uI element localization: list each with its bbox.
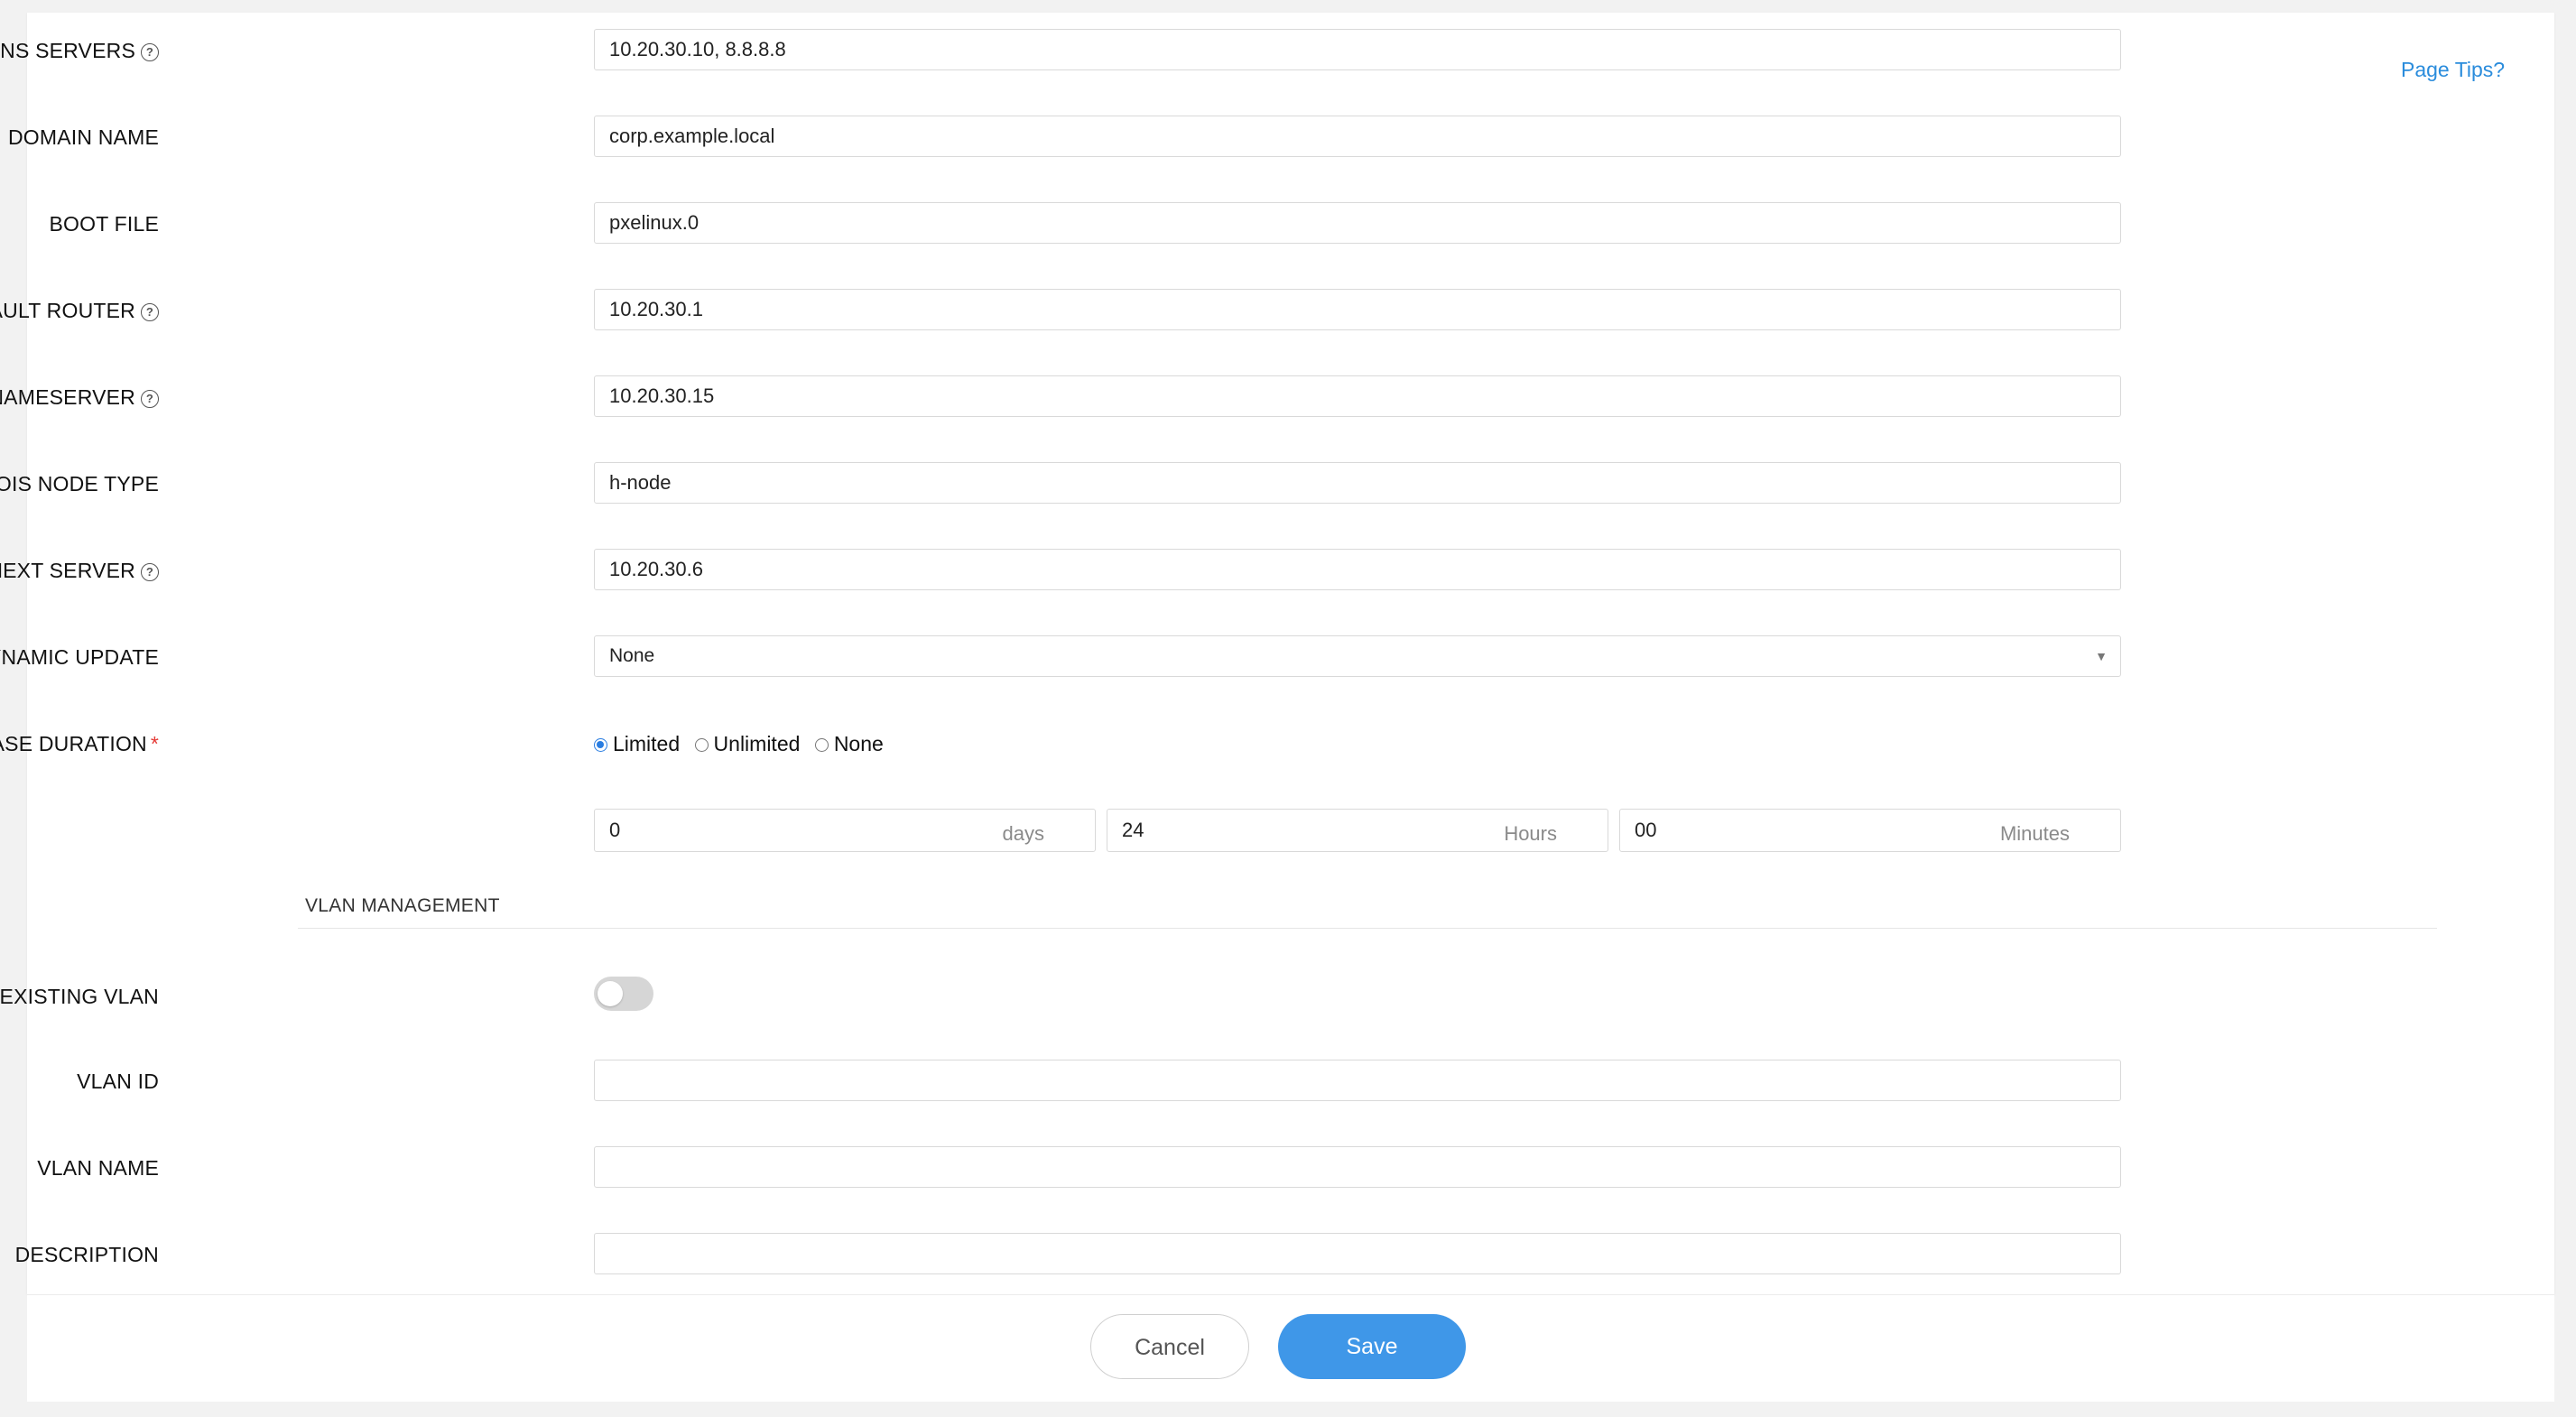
help-icon[interactable]: ? [141,303,159,321]
netbois-node-type-label: NETBOIS NODE TYPE [0,472,159,495]
row-vlan-id: VLAN ID [27,1060,2193,1103]
lease-days-value: 0 [609,819,621,841]
lease-hours-input[interactable]: 24 Hours [1107,809,1608,852]
help-icon[interactable]: ? [141,43,159,61]
dns-servers-input[interactable] [594,29,2121,70]
default-router-label: DEFAULT ROUTER? [0,289,159,332]
vlan-id-input[interactable] [594,1060,2121,1101]
dns-servers-label: DNS SERVERS? [0,29,159,72]
lease-hours-value: 24 [1122,819,1144,841]
lease-minutes-input[interactable]: 00 Minutes [1619,809,2121,852]
lease-hours-unit: Hours [1504,822,1557,845]
lease-duration-radio-group: Limited Unlimited None [594,722,893,765]
page-tips-link[interactable]: Page Tips? [2401,58,2505,82]
boot-file-label: BOOT FILE [49,212,159,236]
form-panel: Page Tips? DNS SERVERS? DOMAIN NAME BOOT… [0,13,2554,1294]
domain-name-input[interactable] [594,116,2121,157]
boot-file-input[interactable] [594,202,2121,244]
radio-none[interactable] [814,738,829,752]
row-vlan-name: VLAN NAME [27,1146,2193,1190]
chevron-down-icon: ▼ [2095,649,2108,663]
radio-unlimited-label[interactable]: Unlimited [714,732,801,755]
dynamic-update-value: None [609,645,655,666]
vlan-id-label: VLAN ID [77,1070,159,1093]
next-server-input[interactable] [594,549,2121,590]
row-lease-duration: LEASE DURATION* Limited Unlimited None [0,722,2193,765]
description-label: DESCRIPTION [14,1243,159,1266]
default-router-input[interactable] [594,289,2121,330]
domain-name-label: DOMAIN NAME [7,125,159,149]
lease-days-unit: days [1002,822,1044,845]
vlan-section-title: VLAN MANAGEMENT [305,895,500,916]
netbois-nameserver-label: NETBOIS NAMESERVER? [0,375,159,419]
row-next-server: NEXT SERVER? [0,549,2193,592]
radio-none-label[interactable]: None [834,732,884,755]
lease-minutes-unit: Minutes [1999,822,2070,845]
cancel-button[interactable]: Cancel [1090,1314,1249,1379]
radio-unlimited[interactable] [694,738,709,752]
row-boot-file: BOOT FILE [27,202,2193,245]
radio-limited-label[interactable]: Limited [613,732,680,755]
radio-limited[interactable] [594,738,607,752]
lease-days-input[interactable]: 0 days [594,809,1096,852]
row-domain-name: DOMAIN NAME [8,116,2193,159]
lease-duration-label: LEASE DURATION* [0,732,159,755]
help-icon[interactable]: ? [141,563,159,581]
row-default-router: DEFAULT ROUTER? [0,289,2193,332]
lease-minutes-value: 00 [1635,819,1657,841]
toggle-knob [598,981,623,1006]
row-lease-time: 0 days 24 Hours 00 Minutes [27,809,2193,852]
help-icon[interactable]: ? [141,390,159,408]
row-dns-servers: DNS SERVERS? [0,29,2193,72]
dynamic-update-select[interactable]: None ▼ [594,635,2121,677]
assign-existing-vlan-toggle[interactable] [594,977,653,1011]
next-server-label: NEXT SERVER? [0,549,159,592]
vlan-name-label: VLAN NAME [37,1156,159,1180]
netbois-node-type-input[interactable] [594,462,2121,504]
assign-existing-vlan-label: ASSIGN EXISTING VLAN [0,985,159,1008]
dynamic-update-label: DYNAMIC UPDATE [0,645,159,669]
row-dynamic-update: DYNAMIC UPDATE None ▼ [0,635,2193,679]
section-divider [298,928,2437,929]
row-description: DESCRIPTION [15,1233,2193,1276]
save-button[interactable]: Save [1278,1314,1466,1379]
vlan-name-input[interactable] [594,1146,2121,1188]
netbois-nameserver-input[interactable] [594,375,2121,417]
row-assign-existing-vlan: ASSIGN EXISTING VLAN [0,975,2193,1018]
row-netbois-node-type: NETBOIS NODE TYPE [0,462,2193,505]
description-input[interactable] [594,1233,2121,1274]
required-mark: * [150,732,159,755]
row-netbois-nameserver: NETBOIS NAMESERVER? [0,375,2193,419]
